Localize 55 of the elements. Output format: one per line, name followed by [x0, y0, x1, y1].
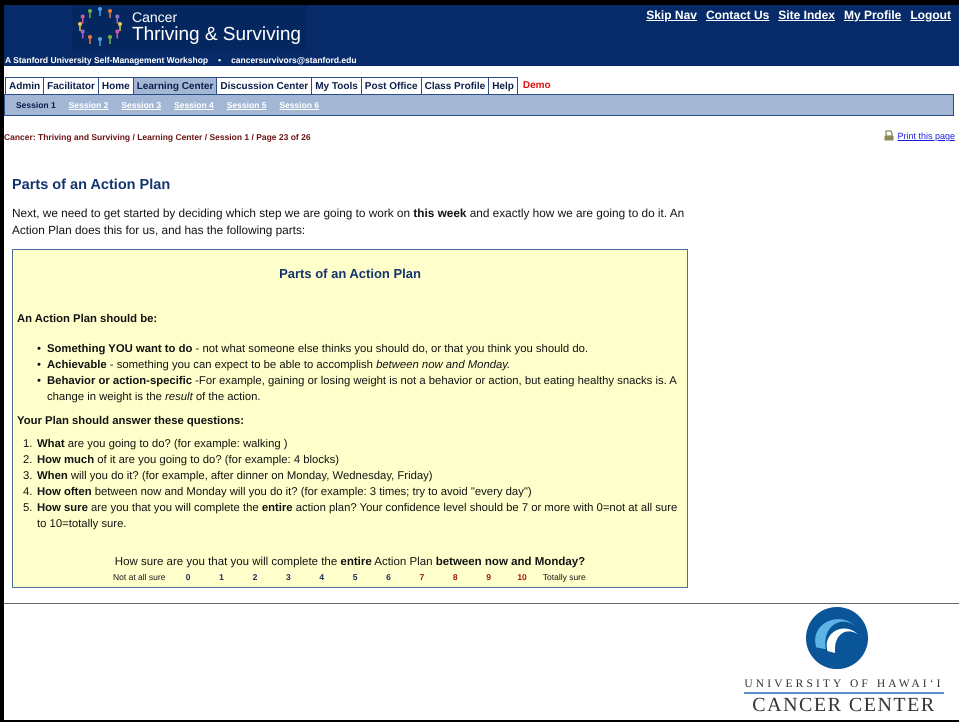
print-link[interactable]: Print this page: [897, 131, 955, 141]
separator-dot: •: [218, 55, 222, 65]
bullet-marker: •: [37, 358, 42, 373]
tagline: A Stanford University Self-Management Workshop: [5, 55, 208, 65]
scale-question: How sure are you that you will complete the entire Action Plan between now and Monday?: [114, 556, 586, 568]
contact-email: cancersurvivors@stanford.edu: [231, 55, 357, 65]
bullet-marker: •: [37, 374, 42, 389]
list-number: 3.: [23, 469, 34, 484]
intro-paragraph: Next, we need to get started by deciding which step we are going to work on this week and exactly how we are going to do it. An Action Plan does this for us, and has the following parts:: [12, 205, 686, 239]
scale-low-label: Not at all sure: [113, 572, 166, 582]
scale-number: 6: [385, 572, 392, 582]
logo-subtitle: Cancer: [132, 10, 178, 24]
nav-tab[interactable]: My Tools: [311, 77, 362, 94]
header-link[interactable]: Contact Us: [706, 8, 770, 22]
nav-tab[interactable]: Help: [488, 77, 518, 94]
university-name: UNIVERSITY OF HAWAI‘I: [744, 678, 944, 694]
scale-number: 10: [516, 572, 528, 582]
scale-number: 4: [318, 572, 326, 582]
scale-number: 9: [485, 572, 492, 582]
bullet-text: Something YOU want to do - not what someone else thinks you should do, or that you think you should do.: [47, 342, 588, 357]
question-text: When will you do it? (for example, after dinner on Monday, Wednesday, Friday): [37, 469, 433, 484]
breadcrumb: Cancer: Thriving and Surviving / Learning Center / Session 1 / Page 23 of 26: [4, 132, 311, 142]
scale-number: 3: [284, 572, 292, 582]
header-link[interactable]: Skip Nav: [646, 8, 697, 22]
list-number: 1.: [23, 437, 34, 452]
scale-number: 8: [452, 572, 459, 582]
scale-number: 1: [218, 572, 225, 582]
page-heading: Parts of an Action Plan: [12, 177, 170, 193]
session-link[interactable]: Session 1: [16, 100, 56, 110]
scale-high-label: Totally sure: [542, 572, 586, 582]
header-link[interactable]: My Profile: [844, 8, 902, 22]
header-link[interactable]: Logout: [910, 8, 951, 22]
nav-tab[interactable]: Admin: [5, 77, 44, 94]
list-number: 4.: [23, 485, 34, 500]
nav-tab[interactable]: Learning Center: [132, 77, 218, 94]
scale-number: 2: [252, 572, 258, 582]
scale-number: 0: [184, 572, 192, 582]
demo-label: Demo: [522, 79, 552, 93]
center-name: CANCER CENTER: [752, 695, 936, 715]
bullet-marker: •: [37, 342, 42, 357]
scale-number: 7: [418, 572, 426, 582]
question-text: How often between now and Monday will you do it? (for example: 3 times; try to avoid "every day"): [37, 485, 532, 500]
list-number: 2.: [23, 453, 34, 468]
scale-number: 5: [352, 572, 358, 582]
header-link[interactable]: Site Index: [778, 8, 835, 22]
section-heading: An Action Plan should be:: [17, 313, 158, 325]
question-text: How much of it are you going to do? (for example: 4 blocks): [37, 453, 340, 468]
question-text: What are you going to do? (for example: walking ): [37, 437, 288, 452]
bullet-text: Achievable - something you can expect to be able to accomplish between now and Monday.: [47, 358, 510, 373]
list-number: 5.: [23, 501, 34, 516]
bullet-text: Behavior or action-specific -For example, gaining or losing weight is not a behavior or action, but eating healthy snacks is. A change in weight is the result of the action.: [47, 374, 677, 405]
section-heading: Your Plan should answer these questions:: [17, 415, 244, 427]
logo-title: Thriving & Surviving: [132, 25, 301, 44]
panel-title: Parts of an Action Plan: [278, 266, 422, 281]
question-text: How sure are you that you will complete the entire action plan? Your confidence level should be 7 or more with 0=not at all sure to 10=totally sure.: [37, 501, 678, 532]
